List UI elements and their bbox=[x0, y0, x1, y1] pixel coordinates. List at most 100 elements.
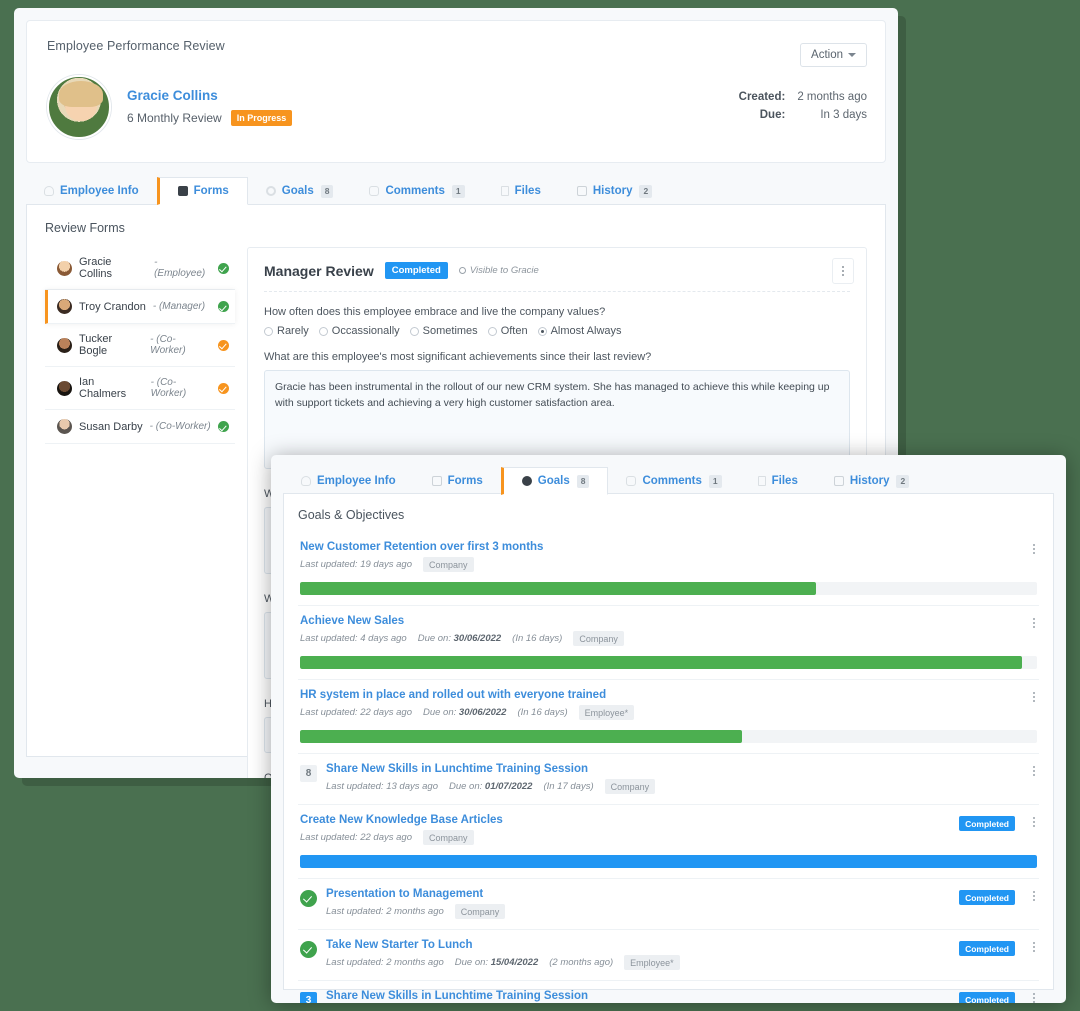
screenshot-stage: Employee Performance Review Action Graci… bbox=[0, 0, 1080, 1011]
back-tab-comments[interactable]: Comments 1 bbox=[351, 177, 482, 205]
front-tab-forms[interactable]: Forms bbox=[414, 467, 501, 495]
back-tab-files[interactable]: Files bbox=[483, 177, 559, 205]
action-button[interactable]: Action bbox=[800, 43, 867, 67]
goal-options-kebab-icon[interactable] bbox=[1033, 891, 1035, 901]
reviewer-item[interactable]: Troy Crandon- (Manager) bbox=[45, 290, 235, 324]
due-value: In 3 days bbox=[785, 107, 867, 125]
status-badge: In Progress bbox=[231, 110, 293, 126]
reviewer-role: - (Employee) bbox=[154, 257, 211, 279]
front-tab-goals[interactable]: Goals8 bbox=[501, 467, 609, 495]
goal-options-kebab-icon[interactable] bbox=[1033, 618, 1035, 628]
goal-tag: Company bbox=[455, 904, 506, 919]
reviewer-name: Susan Darby bbox=[79, 421, 143, 433]
radio-option[interactable]: Sometimes bbox=[410, 325, 478, 337]
goal-name[interactable]: Share New Skills in Lunchtime Training S… bbox=[326, 763, 655, 775]
tab-label: Files bbox=[515, 185, 541, 197]
avatar bbox=[57, 419, 72, 434]
front-window-goals: Employee InfoFormsGoals8Comments1FilesHi… bbox=[271, 455, 1066, 1003]
chevron-down-icon bbox=[848, 53, 856, 57]
goal-last-updated: Last updated: 13 days ago bbox=[326, 781, 438, 792]
goal-progress-fill bbox=[300, 730, 742, 743]
goal-name[interactable]: Presentation to Management bbox=[326, 888, 505, 900]
history-icon bbox=[577, 186, 587, 196]
goal-name[interactable]: Create New Knowledge Base Articles bbox=[300, 814, 503, 826]
front-tab-history[interactable]: History 2 bbox=[816, 467, 927, 495]
form-visibility: Visible to Gracie bbox=[459, 265, 539, 276]
goals-icon bbox=[266, 186, 276, 196]
goal-options-kebab-icon[interactable] bbox=[1033, 942, 1035, 952]
tab-count-badge: 1 bbox=[452, 185, 465, 198]
review-header-card: Employee Performance Review Action Graci… bbox=[26, 20, 886, 163]
goal-count-badge: 3 bbox=[300, 992, 317, 1003]
goal-row[interactable]: New Customer Retention over first 3 mont… bbox=[298, 532, 1039, 606]
goal-last-updated: Last updated: 22 days ago bbox=[300, 707, 412, 718]
goal-row[interactable]: CompletedTake New Starter To LunchLast u… bbox=[298, 930, 1039, 981]
goal-progress-fill bbox=[300, 656, 1022, 669]
reviewer-item[interactable]: Gracie Collins- (Employee) bbox=[45, 247, 235, 290]
goal-due-relative: (2 months ago) bbox=[549, 957, 613, 968]
goal-name[interactable]: New Customer Retention over first 3 mont… bbox=[300, 541, 543, 553]
radio-option[interactable]: Rarely bbox=[264, 325, 309, 337]
reviewer-status-icon bbox=[218, 383, 229, 394]
form-options-kebab-icon[interactable] bbox=[832, 258, 854, 284]
back-tab-goals[interactable]: Goals8 bbox=[248, 177, 352, 205]
front-tab-employee-info[interactable]: Employee Info bbox=[283, 467, 414, 495]
front-tab-comments[interactable]: Comments1 bbox=[608, 467, 739, 495]
avatar bbox=[57, 381, 72, 396]
goal-options-kebab-icon[interactable] bbox=[1033, 817, 1035, 827]
goal-row[interactable]: Completed Create New Knowledge Base Artic… bbox=[298, 805, 1039, 879]
tab-label: Goals bbox=[538, 475, 570, 487]
goal-name[interactable]: Achieve New Sales bbox=[300, 615, 624, 627]
goal-last-updated: Last updated: 4 days ago bbox=[300, 633, 407, 644]
reviewer-item[interactable]: Susan Darby- (Co-Worker) bbox=[45, 410, 235, 444]
employee-name[interactable]: Gracie Collins bbox=[127, 88, 292, 103]
tab-label: History bbox=[850, 475, 890, 487]
radio-option[interactable]: Almost Always bbox=[538, 325, 622, 337]
tab-label: Goals bbox=[282, 185, 314, 197]
goal-row[interactable]: Completed3Share New Skills in Lunchtime … bbox=[298, 981, 1039, 1003]
goal-row[interactable]: HR system in place and rolled out with e… bbox=[298, 680, 1039, 754]
goal-progress-track bbox=[300, 855, 1037, 868]
front-tab-files[interactable]: Files bbox=[740, 467, 816, 495]
back-tab-forms[interactable]: Forms bbox=[157, 177, 248, 205]
back-window-tabs: Employee InfoFormsGoals8 Comments 1 Files Hi… bbox=[26, 177, 886, 205]
front-window-tabs: Employee InfoFormsGoals8Comments1 Files Hi… bbox=[283, 467, 1054, 494]
goal-row[interactable]: Achieve New Sales Last updated: 4 days ag… bbox=[298, 606, 1039, 680]
goal-name[interactable]: Share New Skills in Lunchtime Training S… bbox=[326, 990, 661, 1002]
back-tab-employee-info[interactable]: Employee Info bbox=[26, 177, 157, 205]
radio-option[interactable]: Often bbox=[488, 325, 528, 337]
radio-icon[interactable] bbox=[319, 327, 328, 336]
goal-due: Due on: 30/06/2022 bbox=[418, 633, 501, 644]
radio-icon[interactable] bbox=[410, 327, 419, 336]
radio-icon[interactable] bbox=[264, 327, 273, 336]
question-1-radio-group: Rarely Occassionally Sometimes Often Almost … bbox=[264, 325, 850, 337]
file-icon bbox=[501, 186, 509, 196]
goal-row[interactable]: CompletedPresentation to ManagementLast … bbox=[298, 879, 1039, 930]
tab-label: Files bbox=[772, 475, 798, 487]
tab-label: Comments bbox=[385, 185, 444, 197]
goal-name[interactable]: HR system in place and rolled out with e… bbox=[300, 689, 634, 701]
reviewer-name: Ian Chalmers bbox=[79, 376, 144, 400]
reviewer-item[interactable]: Tucker Bogle- (Co-Worker) bbox=[45, 324, 235, 367]
radio-icon[interactable] bbox=[488, 327, 497, 336]
goal-count-badge: 8 bbox=[300, 765, 317, 782]
tab-count-badge: 2 bbox=[896, 475, 909, 488]
avatar bbox=[57, 299, 72, 314]
goal-row[interactable]: 8 Share New Skills in Lunchtime Training … bbox=[298, 754, 1039, 805]
radio-icon[interactable] bbox=[538, 327, 547, 336]
goal-completed-badge: Completed bbox=[959, 816, 1015, 831]
form-title: Manager Review bbox=[264, 263, 374, 279]
radio-option[interactable]: Occassionally bbox=[319, 325, 400, 337]
back-tab-history[interactable]: History2 bbox=[559, 177, 670, 205]
goal-name[interactable]: Take New Starter To Lunch bbox=[326, 939, 680, 951]
goal-options-kebab-icon[interactable] bbox=[1033, 692, 1035, 702]
radio-label: Often bbox=[501, 325, 528, 337]
goal-options-kebab-icon[interactable] bbox=[1033, 544, 1035, 554]
created-label: Created: bbox=[739, 89, 786, 107]
goal-options-kebab-icon[interactable] bbox=[1033, 993, 1035, 1003]
goal-due: Due on: 15/04/2022 bbox=[455, 957, 538, 968]
reviewer-item[interactable]: Ian Chalmers- (Co-Worker) bbox=[45, 367, 235, 410]
goal-options-kebab-icon[interactable] bbox=[1033, 766, 1035, 776]
answer-2-textarea[interactable]: Gracie has been instrumental in the roll… bbox=[264, 370, 850, 469]
goal-progress-track bbox=[300, 582, 1037, 595]
